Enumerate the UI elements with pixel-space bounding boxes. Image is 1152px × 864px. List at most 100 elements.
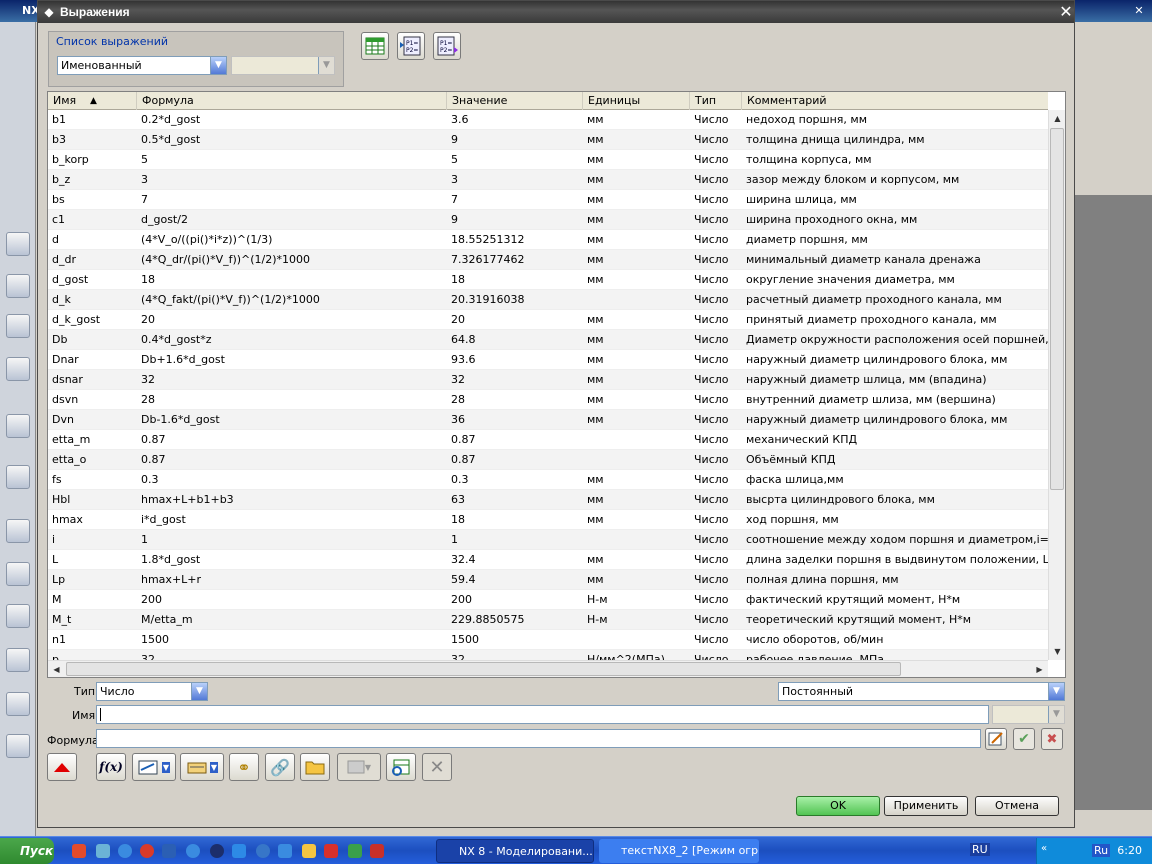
launcher-icon[interactable]: [96, 844, 110, 858]
tool-icon[interactable]: [348, 844, 362, 858]
list-filter-select[interactable]: Именованный ▼: [57, 56, 227, 75]
table-row[interactable]: fs 0.3 0.3 мм Число фаска шлица,мм: [48, 470, 1048, 490]
scroll-down-icon[interactable]: ▼: [1050, 644, 1065, 659]
table-row[interactable]: d_k_gost 20 20 мм Число принятый диаметр прох…: [48, 310, 1048, 330]
table-row[interactable]: b1 0.2*d_gost 3.6 мм Число недоход поршня, мм: [48, 110, 1048, 130]
reuse-library-icon[interactable]: [6, 357, 30, 381]
column-header-value[interactable]: Значение: [447, 92, 583, 110]
collapse-button[interactable]: [47, 753, 77, 781]
k-icon[interactable]: [256, 844, 270, 858]
table-row[interactable]: p 32 32 Н/мм^2(МПа) Число рабочее давление, М…: [48, 650, 1048, 660]
process-studio-icon[interactable]: [6, 562, 30, 586]
assembly-navigator-icon[interactable]: [6, 232, 30, 256]
mode-select[interactable]: Постоянный ▼: [778, 682, 1065, 701]
scroll-left-icon[interactable]: ◀: [49, 662, 64, 677]
cancel-button[interactable]: Отмена: [975, 796, 1059, 816]
web-browser-icon[interactable]: [6, 465, 30, 489]
archive-icon[interactable]: [370, 844, 384, 858]
table-row[interactable]: d_k (4*Q_fakt/(pi()*V_f))^(1/2)*1000 20.31…: [48, 290, 1048, 310]
nx-graphics-area[interactable]: [1075, 195, 1152, 810]
opera-icon[interactable]: [140, 844, 154, 858]
vertical-scrollbar[interactable]: ▲ ▼: [1048, 110, 1065, 660]
apply-button[interactable]: Применить: [884, 796, 968, 816]
system-icon[interactable]: [6, 692, 30, 716]
table-row[interactable]: b3 0.5*d_gost 9 мм Число толщина днища цилинд…: [48, 130, 1048, 150]
folder-icon[interactable]: [302, 844, 316, 858]
scroll-up-icon[interactable]: ▲: [1050, 111, 1065, 126]
table-row[interactable]: M_t M/etta_m 229.8850575 Н-м Число теоретичес…: [48, 610, 1048, 630]
dialog-close-icon[interactable]: ✕: [1058, 3, 1074, 21]
app-icon[interactable]: [278, 844, 292, 858]
spreadsheet-edit-button[interactable]: [361, 32, 389, 60]
visualization-icon[interactable]: [6, 604, 30, 628]
tray-expand-icon[interactable]: «: [1041, 843, 1047, 854]
formula-editor-button[interactable]: [985, 728, 1007, 750]
language-indicator[interactable]: RU: [970, 843, 990, 856]
column-header-comment[interactable]: Комментарий: [742, 92, 1048, 110]
column-header-name[interactable]: Имя ▲: [48, 92, 137, 110]
table-row[interactable]: Db 0.4*d_gost*z 64.8 мм Число Диаметр окружно…: [48, 330, 1048, 350]
delete-expression-button[interactable]: ✕: [422, 753, 452, 781]
accept-edit-button[interactable]: ✔: [1013, 728, 1035, 750]
horizontal-scrollbar[interactable]: ◀ ▶: [48, 660, 1048, 677]
refresh-values-button[interactable]: [386, 753, 416, 781]
media-player-icon[interactable]: [210, 844, 224, 858]
table-row[interactable]: M 200 200 Н-м Число фактический крутящий моме…: [48, 590, 1048, 610]
table-row[interactable]: d (4*V_o/((pi()*i*z))^(1/3) 18.55251312 мм Ч…: [48, 230, 1048, 250]
task-nx8[interactable]: NX 8 - Моделировани...: [436, 839, 594, 863]
table-row[interactable]: hmax i*d_gost 18 мм Число ход поршня, мм: [48, 510, 1048, 530]
table-row[interactable]: dsnar 32 32 мм Число наружный диаметр шлица, …: [48, 370, 1048, 390]
column-header-units[interactable]: Единицы: [583, 92, 690, 110]
column-header-formula[interactable]: Формула: [137, 92, 447, 110]
swf-icon[interactable]: [324, 844, 338, 858]
export-expressions-button[interactable]: P1= P2=: [433, 32, 461, 60]
table-row[interactable]: Dnar Db+1.6*d_gost 93.6 мм Число наружный диа…: [48, 350, 1048, 370]
name-input[interactable]: [96, 705, 989, 724]
part-navigator-icon[interactable]: [6, 314, 30, 338]
constraint-navigator-icon[interactable]: [6, 274, 30, 298]
table-row[interactable]: Hbl hmax+L+b1+b3 63 мм Число высрта цилиндров…: [48, 490, 1048, 510]
palette-icon[interactable]: [6, 734, 30, 758]
table-row[interactable]: etta_o 0.87 0.87 Число Объёмный КПД: [48, 450, 1048, 470]
column-header-type[interactable]: Тип: [690, 92, 742, 110]
horizontal-scroll-thumb[interactable]: [66, 662, 901, 676]
start-button[interactable]: Пуск: [0, 838, 54, 864]
internet-explorer-icon[interactable]: [232, 844, 246, 858]
info-icon[interactable]: [6, 414, 30, 438]
vertical-scroll-thumb[interactable]: [1050, 128, 1064, 490]
formula-input[interactable]: [96, 729, 981, 748]
open-referenced-parts-button[interactable]: [300, 753, 330, 781]
table-row[interactable]: Dvn Db-1.6*d_gost 36 мм Число наружный диамет…: [48, 410, 1048, 430]
task-word-document[interactable]: текстNX8_2 [Режим огр...: [599, 839, 759, 863]
create-interpart-link-button[interactable]: 🔗: [265, 753, 295, 781]
nx-close-icon[interactable]: ✕: [1130, 2, 1148, 20]
table-row[interactable]: Lp hmax+L+r 59.4 мм Число полная длина поршня…: [48, 570, 1048, 590]
ok-button[interactable]: OK: [796, 796, 880, 816]
browser-icon[interactable]: [72, 844, 86, 858]
import-expressions-button[interactable]: P1= P2=: [397, 32, 425, 60]
table-row[interactable]: dsvn 28 28 мм Число внутренний диаметр шлиза,…: [48, 390, 1048, 410]
messenger-icon[interactable]: [186, 844, 200, 858]
type-select[interactable]: Число ▼: [96, 682, 208, 701]
roles-icon[interactable]: [6, 648, 30, 672]
qip-icon[interactable]: [118, 844, 132, 858]
table-row[interactable]: d_dr (4*Q_dr/(pi()*V_f))^(1/2)*1000 7.3261…: [48, 250, 1048, 270]
measure-dropdown-button[interactable]: ▼: [132, 753, 176, 781]
scroll-right-icon[interactable]: ▶: [1032, 662, 1047, 677]
functions-button[interactable]: f(x): [96, 753, 126, 781]
table-row[interactable]: b_korp 5 5 мм Число толщина корпуса, мм: [48, 150, 1048, 170]
interpart-expressions-button[interactable]: ⚭: [229, 753, 259, 781]
table-row[interactable]: c1 d_gost/2 9 мм Число ширина проходного окна…: [48, 210, 1048, 230]
history-icon[interactable]: [6, 519, 30, 543]
table-row[interactable]: n1 1500 1500 Число число оборотов, об/мин: [48, 630, 1048, 650]
table-row[interactable]: d_gost 18 18 мм Число округление значения диа…: [48, 270, 1048, 290]
table-row[interactable]: L 1.8*d_gost 32.4 мм Число длина заделки порш…: [48, 550, 1048, 570]
measure-type-dropdown-button[interactable]: ▼: [180, 753, 224, 781]
table-row[interactable]: i 1 1 Число соотношение между ходом поршня и…: [48, 530, 1048, 550]
tray-language[interactable]: Ru: [1092, 844, 1111, 857]
reject-edit-button[interactable]: ✖: [1041, 728, 1063, 750]
table-row[interactable]: bs 7 7 мм Число ширина шлица, мм: [48, 190, 1048, 210]
table-row[interactable]: b_z 3 3 мм Число зазор между блоком и корпусо…: [48, 170, 1048, 190]
word-icon[interactable]: [162, 844, 176, 858]
table-row[interactable]: etta_m 0.87 0.87 Число механический КПД: [48, 430, 1048, 450]
